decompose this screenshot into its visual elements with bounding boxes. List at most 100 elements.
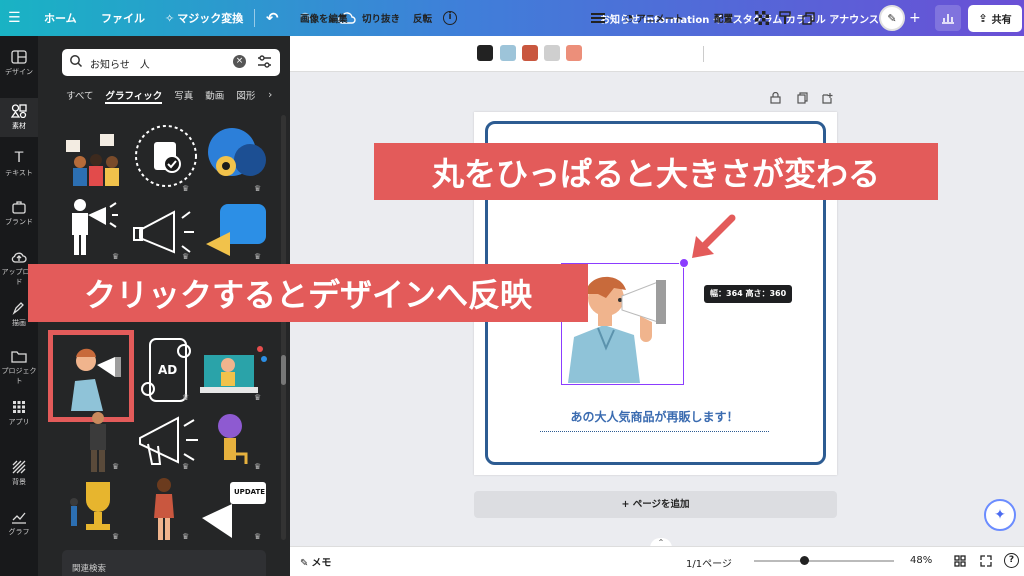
home-button[interactable]: ホーム [44, 0, 77, 36]
position-button[interactable]: 配置 [714, 0, 733, 36]
background-pattern-icon [12, 460, 26, 474]
search-icon [69, 54, 83, 71]
graphic-thumb-laptop-announcer[interactable] [200, 335, 270, 401]
lock-icon[interactable] [770, 91, 781, 107]
filter-icon[interactable] [257, 54, 272, 72]
copy-page-icon[interactable] [797, 92, 808, 107]
rail-label: ブランド [5, 218, 33, 226]
zoom-slider[interactable] [754, 560, 894, 562]
tabs-next-icon[interactable]: › [268, 88, 272, 101]
paint-roller-icon[interactable] [779, 0, 791, 36]
panel-tabs: すべて グラフィック 写真 動画 図形 [66, 88, 255, 104]
click-hint-text: クリックするとデザインへ反映 [83, 276, 532, 314]
tab-photos[interactable]: 写真 [174, 88, 193, 104]
panel-scrollbar[interactable] [281, 115, 286, 540]
graphic-thumb-businessman[interactable] [78, 410, 116, 474]
search-input[interactable]: お知らせ 人 × [62, 49, 280, 76]
add-collaborator-icon[interactable]: + [909, 0, 921, 36]
rail-label: 素材 [12, 122, 26, 130]
folder-icon [11, 351, 27, 363]
line-weight-icon[interactable] [591, 0, 605, 36]
rail-label: テキスト [5, 169, 33, 177]
analytics-button[interactable] [935, 0, 961, 36]
panel-scrollbar-thumb[interactable] [281, 355, 286, 385]
rail-projects[interactable]: プロジェクト [0, 349, 38, 386]
crop-button[interactable]: 切り抜き [362, 0, 400, 36]
resize-hint-label: 丸をひっぱると大きさが変わる [374, 143, 938, 200]
graphic-thumb-outline-megaphone[interactable] [132, 200, 200, 264]
rail-label: デザイン [5, 68, 33, 76]
premium-crown-icon: ♛ [254, 184, 262, 193]
color-swatch-black[interactable] [477, 45, 493, 61]
notes-button[interactable]: ✎ メモ [300, 554, 331, 569]
rail-design[interactable]: デザイン [0, 50, 38, 77]
file-menu-button[interactable]: ファイル [101, 0, 145, 36]
divider [254, 9, 255, 27]
color-swatch-gray[interactable] [544, 45, 560, 61]
premium-crown-icon: ♛ [254, 393, 262, 402]
avatar[interactable]: ✎ [879, 0, 905, 36]
briefcase-icon [12, 201, 26, 214]
related-searches[interactable]: 関連検索 [62, 550, 266, 576]
color-swatch-rust[interactable] [522, 45, 538, 61]
clear-search-icon[interactable]: × [233, 55, 246, 68]
shapes-icon [11, 104, 27, 118]
graphic-thumb-woman[interactable] [146, 476, 182, 542]
graphic-thumb-microphone[interactable] [210, 410, 258, 472]
line-chart-icon [12, 512, 26, 524]
graphic-thumb-blue-speech[interactable] [202, 120, 270, 190]
rail-label: 描画 [12, 319, 26, 327]
upload-icon: ⇪ [978, 11, 988, 25]
size-tooltip: 幅：364 高さ：360 [704, 285, 793, 303]
rail-background[interactable]: 背景 [0, 460, 38, 487]
fullscreen-icon[interactable] [980, 555, 992, 570]
share-button[interactable]: ⇪ 共有 [968, 0, 1022, 36]
tab-shapes[interactable]: 図形 [236, 88, 255, 104]
graphic-thumb-selected-man-megaphone[interactable] [48, 330, 134, 422]
help-icon[interactable]: ? [1004, 553, 1019, 568]
graphic-thumb-megaphone-figure[interactable] [60, 195, 128, 259]
rail-charts[interactable]: グラフ [0, 510, 38, 537]
tab-videos[interactable]: 動画 [205, 88, 224, 104]
color-swatch-lightblue[interactable] [500, 45, 516, 61]
rail-elements[interactable]: 素材 [0, 98, 38, 137]
add-page-label: + ページを追加 [621, 499, 690, 510]
page-count[interactable]: 1/1ページ [686, 555, 732, 570]
graphic-thumb-notice-circle[interactable] [132, 120, 200, 190]
sparkle-icon: ✦ [994, 507, 1006, 523]
magic-switch-button[interactable]: ✧ マジック変換 [165, 0, 243, 36]
rail-brand[interactable]: ブランド [0, 200, 38, 227]
edit-image-button[interactable]: 画像を編集 [300, 0, 348, 36]
size-tooltip-text: 幅：364 高さ：360 [710, 289, 787, 298]
flip-button[interactable]: 反転 [413, 0, 432, 36]
tab-all[interactable]: すべて [66, 88, 93, 104]
info-icon[interactable]: i [443, 0, 457, 36]
graphic-thumb-protest[interactable] [60, 120, 128, 190]
tab-graphics[interactable]: グラフィック [105, 88, 163, 104]
apps-grid-icon [13, 401, 25, 413]
context-toolbar [290, 36, 1024, 72]
premium-crown-icon: ♛ [112, 532, 120, 541]
add-page-icon[interactable] [822, 92, 833, 107]
graphic-thumb-hand-megaphone[interactable] [132, 408, 202, 470]
rail-text[interactable]: T テキスト [0, 151, 38, 178]
cloud-upload-icon [11, 252, 27, 263]
pen-icon [12, 302, 24, 315]
graphic-thumb-trophy[interactable] [62, 478, 132, 542]
rail-apps[interactable]: アプリ [0, 400, 38, 427]
color-swatch-salmon[interactable] [566, 45, 582, 61]
duplicate-icon[interactable] [802, 0, 815, 36]
add-page-button[interactable]: + ページを追加 [474, 491, 837, 518]
animate-button[interactable]: ◔ アニメート [625, 0, 684, 36]
premium-crown-icon: ♛ [112, 252, 120, 261]
undo-icon[interactable]: ↶ [266, 0, 279, 36]
rail-label: 背景 [12, 478, 26, 486]
transparency-icon[interactable] [755, 0, 769, 36]
related-searches-label: 関連検索 [72, 564, 107, 574]
grid-view-icon[interactable] [954, 555, 966, 570]
magic-assistant-button[interactable]: ✦ [984, 499, 1016, 531]
hamburger-icon[interactable]: ☰ [8, 0, 21, 36]
design-caption[interactable]: あの大人気商品が再販します！ [540, 408, 769, 432]
zoom-level[interactable]: 48% [910, 555, 932, 566]
premium-crown-icon: ♛ [182, 184, 190, 193]
